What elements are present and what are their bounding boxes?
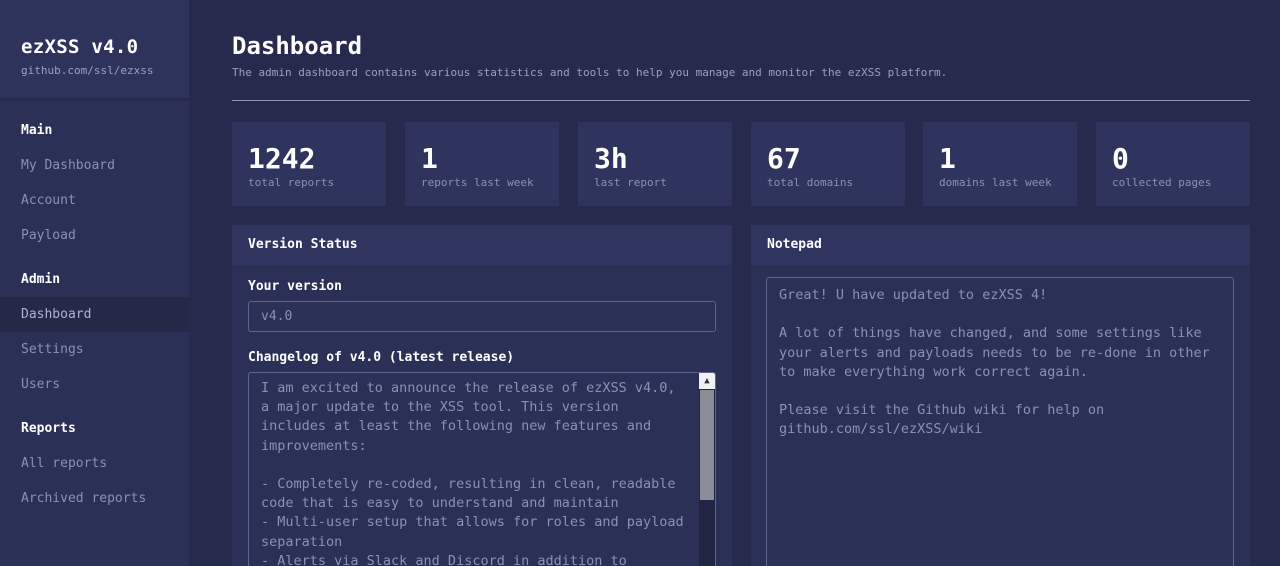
page-description: The admin dashboard contains various sta… [232,66,948,79]
notepad-panel: Notepad Great! U have updated to ezXSS 4… [751,225,1250,566]
stat-card-collected-pages: 0 collected pages [1096,122,1250,206]
nav-section-reports: Reports [21,421,76,436]
sidebar-item-all-reports[interactable]: All reports [0,446,189,481]
version-field[interactable] [248,301,716,332]
stat-label: reports last week [421,176,534,189]
brand-subtitle: github.com/ssl/ezxss [21,64,154,77]
stat-label: last report [594,176,667,189]
scroll-thumb[interactable] [700,390,714,500]
stat-card-reports-last-week: 1 reports last week [405,122,559,206]
scroll-up-arrow-icon[interactable]: ▲ [699,373,715,389]
stat-value: 67 [767,142,801,175]
notepad-text: Great! U have updated to ezXSS 4! A lot … [779,287,1210,438]
sidebar-item-account[interactable]: Account [0,183,189,218]
stat-card-total-domains: 67 total domains [751,122,905,206]
changelog-textarea[interactable]: I am excited to announce the release of … [248,372,716,566]
stat-card-total-reports: 1242 total reports [232,122,386,206]
panel-title: Version Status [232,225,732,265]
brand-title: ezXSS v4.0 [21,36,139,58]
stat-card-domains-last-week: 1 domains last week [923,122,1077,206]
sidebar-item-payload[interactable]: Payload [0,218,189,253]
stat-label: total reports [248,176,335,189]
sidebar: ezXSS v4.0 github.com/ssl/ezxss Main My … [0,0,189,566]
notepad-textarea[interactable]: Great! U have updated to ezXSS 4! A lot … [766,277,1234,566]
stat-value: 1242 [248,142,316,175]
sidebar-nav: Main My Dashboard Account Payload Admin … [0,113,189,516]
stats-row: 1242 total reports 1 reports last week 3… [232,122,1250,206]
stat-label: total domains [767,176,854,189]
version-status-panel: Version Status Your version Changelog of… [232,225,732,566]
sidebar-item-dashboard[interactable]: Dashboard [0,297,189,332]
nav-section-admin: Admin [21,272,61,287]
stat-label: collected pages [1112,176,1212,189]
your-version-label: Your version [248,279,342,294]
stat-label: domains last week [939,176,1052,189]
header-divider [232,100,1250,101]
sidebar-item-users[interactable]: Users [0,367,189,402]
sidebar-item-my-dashboard[interactable]: My Dashboard [0,148,189,183]
changelog-label: Changelog of v4.0 (latest release) [248,350,515,365]
stat-value: 1 [421,142,438,175]
panel-title: Notepad [751,225,1250,265]
sidebar-item-settings[interactable]: Settings [0,332,189,367]
stat-card-last-report: 3h last report [578,122,732,206]
page-title: Dashboard [232,32,363,60]
sidebar-item-archived-reports[interactable]: Archived reports [0,481,189,516]
changelog-scrollbar[interactable]: ▲ [699,373,715,566]
changelog-text: I am excited to announce the release of … [261,380,684,566]
stat-value: 1 [939,142,956,175]
stat-value: 0 [1112,142,1129,175]
stat-value: 3h [594,142,628,175]
brand[interactable]: ezXSS v4.0 github.com/ssl/ezxss [0,0,189,101]
nav-section-main: Main [21,123,53,138]
